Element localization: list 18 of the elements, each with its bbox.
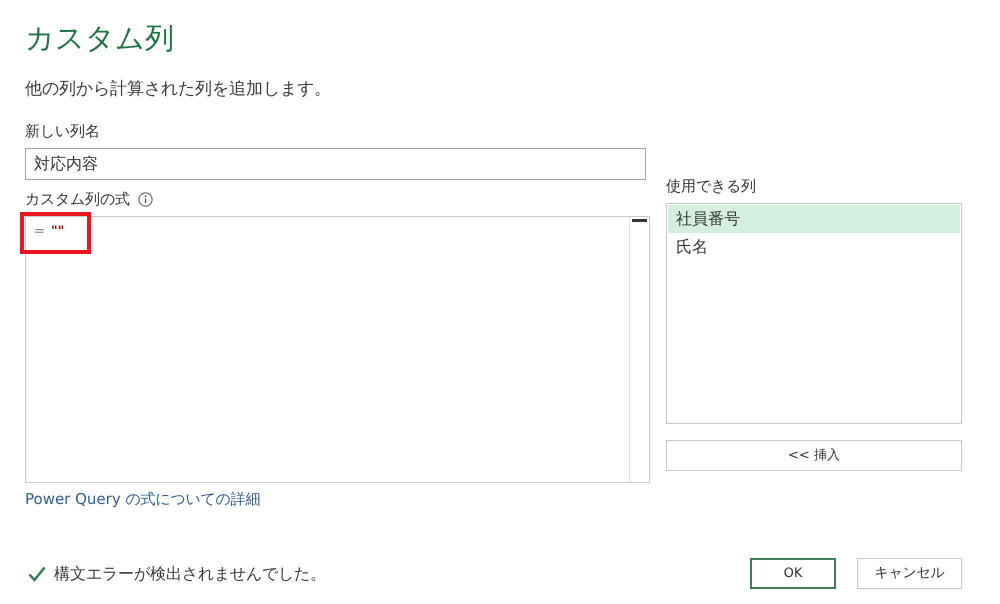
column-name-input[interactable]: 対応内容 [25,148,646,180]
formula-editor[interactable]: = "" [25,216,650,483]
status-message: 構文エラーが検出されませんでした。 [54,562,326,584]
help-link[interactable]: Power Query の式についての詳細 [25,489,260,509]
field-label: 新しい列名 [25,121,100,141]
dialog-button[interactable]: キャンセル [857,558,962,589]
dialog-button[interactable]: OK [750,558,836,589]
insert-button[interactable]: << 挿入 [666,440,962,471]
info-icon[interactable] [138,192,153,206]
formula-string: "" [50,223,64,241]
list-label: 使用できる列 [666,176,756,196]
list-item[interactable]: 社員番号 [668,205,960,233]
field-label: カスタム列の式 [25,189,130,209]
scrollbar[interactable] [629,217,649,482]
dialog-title: カスタム列 [25,20,174,56]
columns-list[interactable]: 社員番号 氏名 [666,203,962,424]
dialog-description: 他の列から計算された列を追加します。 [25,78,331,101]
formula-operator: = [34,223,45,241]
